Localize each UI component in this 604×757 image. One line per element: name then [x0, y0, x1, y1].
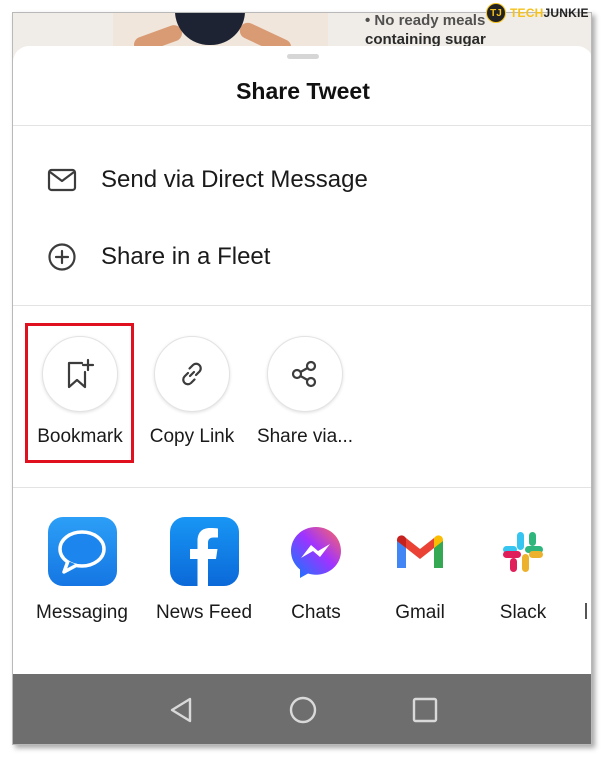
app-news-feed[interactable]: News Feed [144, 517, 264, 624]
recents-button[interactable] [407, 692, 443, 728]
home-icon [289, 696, 317, 724]
messenger-icon [282, 517, 351, 586]
copy-link-button[interactable] [154, 336, 230, 412]
share-via-action[interactable]: Share via... [250, 322, 360, 462]
app-chats[interactable]: Chats [256, 517, 376, 624]
link-icon [182, 362, 202, 386]
copy-link-action[interactable]: Copy Link [137, 322, 247, 462]
app-slack-label: Slack [499, 602, 547, 623]
app-messaging-label: Messaging [36, 602, 128, 623]
plus-circle-icon [47, 242, 77, 272]
divider [13, 125, 591, 126]
divider [13, 487, 591, 488]
bookmark-highlight-box [25, 323, 134, 463]
techjunkie-logo: TJ [486, 3, 506, 23]
app-chats-label: Chats [291, 602, 341, 623]
app-news-feed-label: News Feed [155, 602, 253, 623]
recents-icon [412, 697, 438, 723]
share-via-label: Share via... [256, 426, 354, 447]
facebook-icon [169, 517, 239, 586]
screenshot-frame: • No ready meals containing sugar Share … [12, 12, 592, 745]
app-slack[interactable]: Slack [463, 517, 583, 624]
share-icon [291, 360, 317, 388]
back-icon [170, 697, 192, 723]
send-direct-message-label: Send via Direct Message [101, 166, 368, 193]
envelope-icon [47, 165, 77, 195]
app-gmail[interactable]: Gmail [360, 517, 480, 624]
messaging-icon [47, 517, 117, 586]
share-sheet: Share Tweet Send via Direct Message Shar… [13, 46, 591, 674]
home-button[interactable] [285, 692, 321, 728]
app-partial-next [585, 599, 591, 623]
sheet-title: Share Tweet [236, 78, 370, 104]
slack-icon [489, 517, 558, 586]
app-gmail-label: Gmail [395, 602, 445, 623]
navigation-bar [13, 674, 591, 744]
app-messaging[interactable]: Messaging [22, 517, 142, 624]
back-button[interactable] [163, 692, 199, 728]
copy-link-label: Copy Link [149, 426, 235, 447]
divider [13, 305, 591, 306]
share-via-button[interactable] [267, 336, 343, 412]
watermark-text: TECHJUNKIE [510, 6, 589, 20]
sheet-drag-handle[interactable] [287, 54, 319, 59]
techjunkie-watermark: TJ TECHJUNKIE [486, 2, 589, 24]
share-in-fleet-option[interactable]: Share in a Fleet [13, 225, 591, 289]
gmail-icon [386, 517, 455, 586]
send-direct-message-option[interactable]: Send via Direct Message [13, 148, 591, 212]
share-in-fleet-label: Share in a Fleet [101, 243, 271, 270]
